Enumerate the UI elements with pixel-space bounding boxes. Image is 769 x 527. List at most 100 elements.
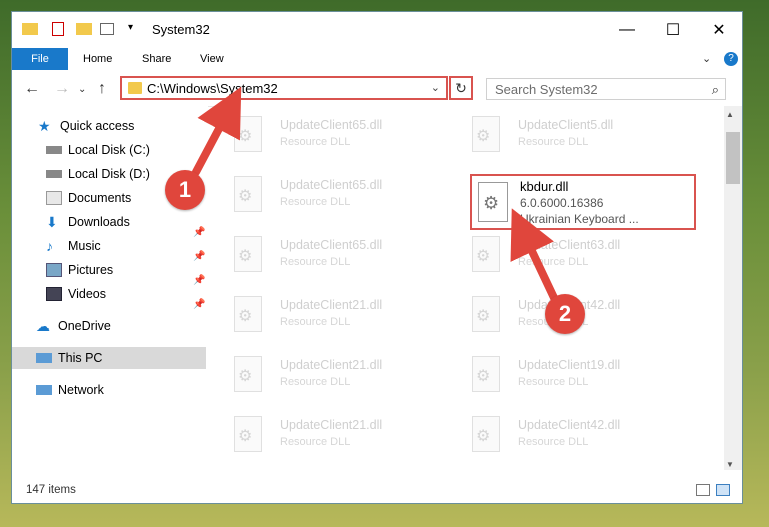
back-button[interactable]: ← [24, 80, 40, 98]
folder-icon[interactable] [22, 23, 38, 35]
minimize-button[interactable]: — [604, 12, 650, 48]
pictures-icon [46, 263, 62, 277]
sidebar-item-downloads[interactable]: ⬇ Downloads [46, 211, 130, 233]
file-name: UpdateClient5.dll [518, 118, 614, 132]
file-item[interactable]: UpdateClient65.dll Resource DLL [218, 234, 418, 278]
file-item[interactable]: UpdateClient21.dll Resource DLL [218, 414, 418, 458]
navigation-pane: ★ Quick access Local Disk (C:) Local Dis… [12, 106, 208, 470]
search-input[interactable]: Search System32 ⌕ [486, 78, 726, 100]
sidebar-item-label: OneDrive [58, 319, 111, 333]
tab-share[interactable]: Share [142, 48, 171, 70]
address-dropdown-icon[interactable]: ⌄ [431, 81, 440, 94]
search-icon: ⌕ [711, 82, 719, 97]
dll-file-icon [234, 416, 262, 452]
drive-icon [46, 170, 62, 178]
pin-icon[interactable]: 📌 [193, 275, 205, 286]
sidebar-item-music[interactable]: ♪ Music [46, 235, 101, 257]
address-path: C:\Windows\System32 [147, 81, 278, 96]
maximize-button[interactable]: ☐ [650, 12, 696, 48]
sidebar-item-documents[interactable]: Documents [46, 187, 131, 209]
cloud-icon: ☁ [36, 318, 50, 334]
file-item[interactable]: UpdateClient42.dll Resource DLL [456, 414, 656, 458]
file-item[interactable]: UpdateClient5.dll Resource DLL [456, 114, 656, 158]
search-placeholder: Search System32 [495, 82, 598, 97]
pin-icon[interactable]: 📌 [193, 227, 205, 238]
up-button[interactable]: ↑ [98, 80, 106, 98]
sidebar-item-label: Documents [68, 191, 132, 205]
sidebar-item-this-pc[interactable]: This PC [12, 347, 206, 369]
recent-locations-icon[interactable]: ⌄ [78, 84, 86, 95]
file-description: Resource DLL [518, 136, 589, 148]
properties-icon[interactable] [52, 22, 64, 36]
documents-icon [46, 191, 62, 205]
file-item[interactable]: UpdateClient65.dll Resource DLL [218, 114, 418, 158]
file-name: UpdateClient63.dll [518, 238, 621, 252]
music-icon: ♪ [46, 238, 53, 254]
scrollbar-thumb[interactable] [726, 132, 740, 184]
dll-file-icon [478, 182, 508, 222]
file-description: Resource DLL [518, 376, 589, 388]
sidebar-item-local-disk-c[interactable]: Local Disk (C:) [46, 139, 150, 161]
network-icon [36, 385, 52, 395]
file-name: UpdateClient65.dll [280, 238, 383, 252]
sidebar-item-label: Network [58, 383, 104, 397]
dll-file-icon [472, 236, 500, 272]
file-description: Resource DLL [518, 256, 589, 268]
sidebar-item-videos[interactable]: Videos [46, 283, 106, 305]
forward-button[interactable]: → [54, 80, 70, 98]
tab-home[interactable]: Home [83, 48, 112, 70]
file-description: Resource DLL [280, 436, 351, 448]
scroll-down-icon[interactable]: ▼ [726, 460, 734, 469]
help-icon[interactable]: ? [724, 52, 738, 66]
sidebar-item-onedrive[interactable]: ☁ OneDrive [36, 315, 111, 337]
details-view-icon[interactable] [696, 484, 710, 496]
status-bar [12, 480, 742, 503]
customize-qat-icon[interactable] [100, 23, 114, 35]
sidebar-item-local-disk-d[interactable]: Local Disk (D:) [46, 163, 150, 185]
computer-icon [36, 353, 52, 363]
file-item[interactable]: UpdateClient19.dll Resource DLL [456, 354, 656, 398]
file-list: UpdateClient65.dll Resource DLL UpdateCl… [218, 106, 730, 470]
highlighted-file-kbdur[interactable]: kbdur.dll 6.0.6000.16386 Ukrainian Keybo… [470, 174, 696, 230]
file-description: Resource DLL [280, 376, 351, 388]
scroll-up-icon[interactable]: ▲ [726, 110, 734, 119]
dll-file-icon [472, 296, 500, 332]
file-name: UpdateClient21.dll [280, 298, 383, 312]
refresh-button[interactable]: ↻ [449, 76, 473, 100]
file-item[interactable]: UpdateClient21.dll Resource DLL [218, 354, 418, 398]
file-description: Resource DLL [280, 136, 351, 148]
qat-dropdown-icon[interactable]: ▾ [128, 22, 144, 38]
sidebar-item-label: Quick access [60, 119, 135, 133]
title-bar: ▾ System32 — ☐ ✕ [12, 12, 742, 48]
pin-icon[interactable]: 📌 [193, 251, 205, 262]
file-name: UpdateClient21.dll [280, 358, 383, 372]
close-button[interactable]: ✕ [696, 12, 742, 48]
star-icon: ★ [38, 118, 51, 134]
ribbon [12, 48, 742, 70]
ribbon-expand-icon[interactable]: ⌄ [702, 52, 711, 65]
new-folder-icon[interactable] [76, 23, 92, 35]
file-item[interactable]: UpdateClient21.dll Resource DLL [218, 294, 418, 338]
sidebar-item-network[interactable]: Network [36, 379, 104, 401]
large-icons-view-icon[interactable] [716, 484, 730, 496]
sidebar-item-quick-access[interactable]: ★ Quick access [38, 115, 134, 137]
pin-icon[interactable]: 📌 [193, 299, 205, 310]
dll-file-icon [472, 116, 500, 152]
tab-view[interactable]: View [200, 48, 224, 70]
tab-file[interactable]: File [12, 48, 68, 70]
dll-file-icon [234, 296, 262, 332]
file-item[interactable]: UpdateClient65.dll Resource DLL [218, 174, 418, 218]
download-icon: ⬇ [46, 214, 58, 230]
file-version: 6.0.6000.16386 [520, 196, 604, 210]
dll-file-icon [234, 236, 262, 272]
videos-icon [46, 287, 62, 301]
folder-icon [128, 82, 142, 94]
file-description: Resource DLL [518, 436, 589, 448]
dll-file-icon [472, 416, 500, 452]
file-name: UpdateClient65.dll [280, 118, 383, 132]
sidebar-item-label: Pictures [68, 263, 114, 277]
file-item[interactable]: UpdateClient63.dll Resource DLL [456, 234, 656, 278]
address-bar[interactable]: C:\Windows\System32 ⌄ [120, 76, 448, 100]
sidebar-item-pictures[interactable]: Pictures [46, 259, 113, 281]
explorer-window: ▾ System32 — ☐ ✕ File Home Share View ⌄ … [12, 12, 742, 503]
